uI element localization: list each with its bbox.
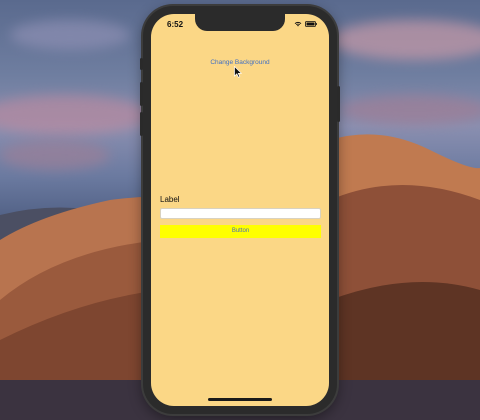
- mouse-cursor-icon: [234, 66, 242, 78]
- wifi-icon: [294, 21, 302, 27]
- desktop-wallpaper: 6:52 Change Background Label Button: [0, 0, 480, 420]
- phone-notch: [195, 14, 285, 31]
- app-screen: 6:52 Change Background Label Button: [151, 14, 329, 406]
- phone-volume-down-button: [140, 112, 143, 136]
- iphone-simulator-frame: 6:52 Change Background Label Button: [140, 6, 340, 414]
- change-background-button[interactable]: Change Background: [151, 59, 329, 66]
- status-icons: [294, 21, 317, 27]
- phone-side-button: [140, 58, 143, 70]
- label-text: Label: [160, 195, 180, 204]
- home-indicator: [208, 398, 272, 401]
- phone-power-button: [337, 86, 340, 122]
- battery-icon: [305, 21, 317, 27]
- status-time: 6:52: [167, 20, 184, 29]
- main-button[interactable]: Button: [160, 225, 321, 238]
- text-field[interactable]: [160, 208, 321, 219]
- phone-volume-up-button: [140, 82, 143, 106]
